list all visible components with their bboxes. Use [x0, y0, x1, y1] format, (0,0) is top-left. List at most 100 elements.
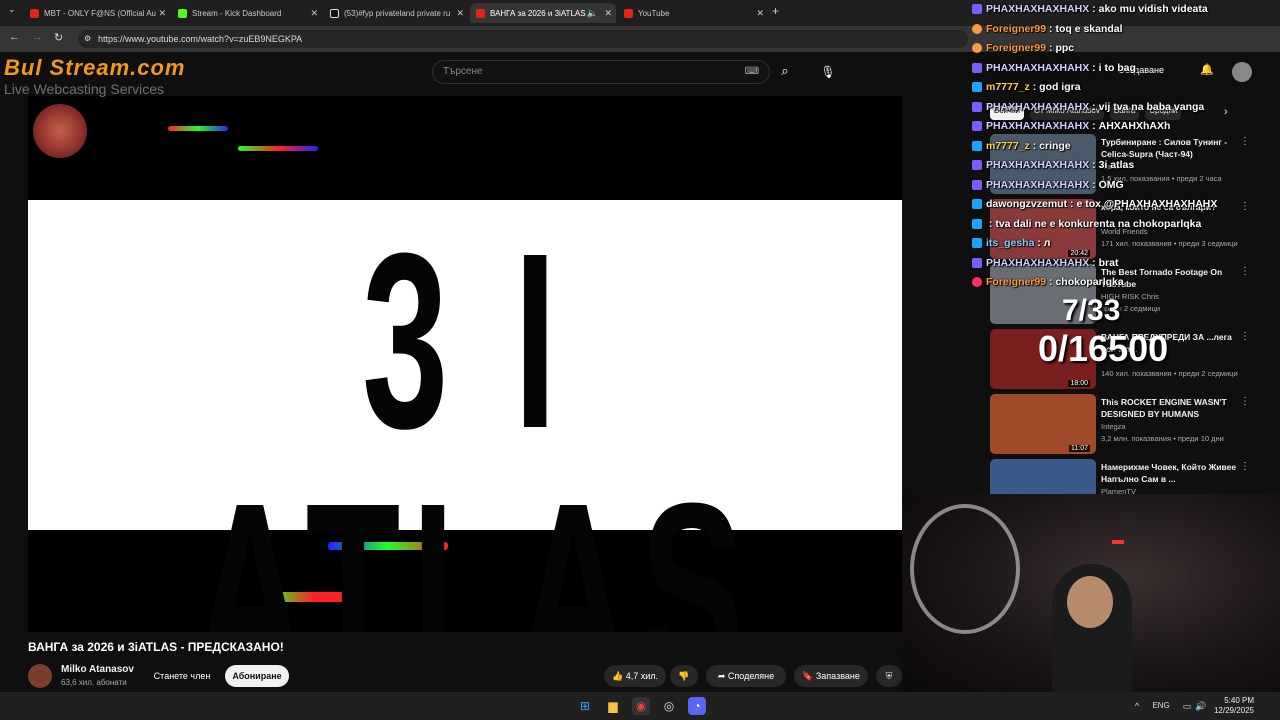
channel-name[interactable]: Milko Atanasov — [61, 664, 134, 675]
video-player[interactable]: 3 I ATLAS — [28, 96, 902, 632]
chat-message: PHAXHAXHAXHAHX : AHXAHXhAXh — [972, 117, 1170, 135]
chat-badge-icon — [972, 179, 982, 190]
speaker-icon[interactable]: 🔈 — [587, 8, 598, 19]
chat-badge-icon — [972, 199, 982, 209]
chat-text: e tox @PHAXHAXHAXHAHX — [1076, 198, 1218, 210]
chat-text: chokoparlqka — [1055, 276, 1124, 288]
search-placeholder: Търсене — [443, 66, 483, 77]
recommendation-item[interactable]: 11:07 This ROCKET ENGINE WASN'T DESIGNED … — [990, 394, 1270, 458]
subscribe-button[interactable]: Абониране — [225, 665, 289, 687]
close-icon[interactable]: ✕ — [604, 8, 612, 19]
share-icon: ➦ — [717, 671, 726, 681]
recommendation-channel[interactable]: Integza — [1101, 422, 1126, 431]
chat-text: ppc — [1055, 42, 1075, 54]
chat-badge-icon — [972, 277, 982, 287]
chat-separator: : — [1029, 81, 1040, 93]
chat-username: Foreigner99 — [986, 42, 1047, 54]
discord-icon[interactable]: ◔ — [688, 697, 706, 715]
chat-badge-icon — [972, 4, 982, 14]
chat-badge-icon — [972, 238, 982, 248]
chat-username: its_gesha — [986, 237, 1035, 249]
tab-3[interactable]: (53)#fyp privateland private ru ✕ — [324, 3, 468, 23]
chat-message: PHAXHAXHAXHAHX : ako mu vidish videata — [972, 0, 1208, 18]
chat-message: PHAXHAXHAXHAHX : OMG — [972, 176, 1124, 194]
tab-label: YouTube — [638, 8, 670, 18]
chat-message: PHAXHAXHAXHAHX : vij tva na baba vanga — [972, 98, 1204, 116]
subscriber-count: 63,6 хил. абонати — [61, 678, 127, 687]
close-icon[interactable]: ✕ — [158, 8, 166, 19]
url-text: https://www.youtube.com/watch?v=zuEB9NEG… — [98, 34, 303, 44]
chat-text: vij tva na baba vanga — [1098, 100, 1205, 113]
tab-5[interactable]: YouTube ✕ — [618, 3, 768, 23]
chat-message: PHAXHAXHAXHAHX : i to bag — [972, 59, 1136, 77]
close-icon[interactable]: ✕ — [456, 8, 464, 19]
chat-badge-icon — [972, 121, 982, 131]
address-bar[interactable]: ⚙ https://www.youtube.com/watch?v=zuEB9N… — [78, 30, 968, 48]
tab-1[interactable]: MBT - ONLY F@NS (Official Au ✕ — [24, 3, 170, 23]
voice-search-icon[interactable]: 🎙 — [817, 60, 839, 84]
chat-text: AHXAHXhAXh — [1098, 120, 1171, 132]
chat-badge-icon — [972, 23, 982, 34]
chat-message: its_gesha : л — [972, 234, 1050, 252]
new-tab-button[interactable]: + — [772, 4, 779, 18]
save-button[interactable]: 🔖 Запазване — [794, 665, 868, 687]
chat-username: m7777_z — [986, 139, 1030, 152]
recommendation-title[interactable]: Намерихме Човек, Който Живее Напълно Сам… — [1101, 461, 1241, 485]
chat-text: toq e skandal — [1055, 22, 1123, 35]
site-info-icon[interactable]: ⚙ — [84, 30, 91, 48]
chat-username: dawongzvzemut — [986, 198, 1068, 210]
start-menu-icon[interactable]: ⊞ — [576, 697, 594, 715]
chevron-up-icon[interactable]: ^ — [1128, 697, 1146, 715]
chat-username: Foreigner99 — [986, 22, 1047, 35]
chat-separator: : — [1089, 120, 1099, 132]
tab-4[interactable]: ВАНГА за 2026 и 3iATLAS 🔈 ✕ — [470, 3, 616, 23]
tiktok-favicon-icon — [330, 8, 339, 18]
chat-text: god igra — [1039, 81, 1081, 93]
join-button[interactable]: Станете член — [146, 665, 218, 687]
youtube-favicon-icon — [624, 8, 633, 18]
close-icon[interactable]: ✕ — [310, 8, 318, 19]
dislike-button[interactable]: 👎 — [670, 665, 698, 687]
chat-separator: : — [1089, 159, 1099, 171]
chat-separator: : — [1029, 139, 1040, 152]
more-vert-icon[interactable]: ⋮ — [1240, 461, 1250, 472]
chat-badge-icon — [972, 160, 982, 170]
share-button[interactable]: ➦ Споделяне — [706, 665, 786, 687]
like-button[interactable]: 👍 4,7 хил. — [604, 665, 666, 687]
file-explorer-icon[interactable]: ▆ — [604, 697, 622, 715]
kick-favicon-icon — [178, 8, 187, 18]
recommendation-meta: 140 хил. показвания • преди 2 седмици — [1101, 369, 1238, 378]
more-vert-icon[interactable]: ⋮ — [1240, 396, 1250, 407]
chat-text: 3i atlas — [1098, 159, 1135, 171]
reload-icon[interactable]: ↻ — [54, 31, 63, 44]
tab-label: MBT - ONLY F@NS (Official Au — [44, 8, 156, 18]
channel-avatar[interactable] — [28, 664, 52, 688]
search-button[interactable]: ⌕ — [770, 60, 800, 84]
chat-username: m7777_z — [986, 81, 1030, 93]
search-input[interactable]: Търсене ⌨ — [432, 60, 770, 84]
channel-watermark-logo[interactable] — [33, 104, 87, 158]
chat-message: : tva dali ne e konkurenta na chokoparlq… — [972, 215, 1201, 233]
volume-icon[interactable]: 🔊 — [1192, 697, 1210, 715]
keyboard-icon[interactable]: ⌨ — [745, 61, 759, 83]
chat-text: brat — [1098, 256, 1119, 269]
chat-badge-icon — [972, 140, 982, 151]
chat-text: OMG — [1098, 178, 1124, 191]
forward-icon[interactable]: → — [32, 31, 43, 43]
chat-separator: : — [1089, 61, 1099, 74]
back-icon[interactable]: ← — [9, 31, 20, 43]
youtube-favicon-icon — [30, 8, 39, 18]
tab-2[interactable]: Stream - Kick Dashboard ✕ — [172, 3, 322, 23]
chrome-icon[interactable]: ◉ — [632, 697, 650, 715]
more-vert-icon[interactable]: ⋮ — [1240, 331, 1250, 342]
recommendation-title[interactable]: This ROCKET ENGINE WASN'T DESIGNED BY HU… — [1101, 396, 1241, 420]
tab-search-icon[interactable]: ⌄ — [8, 4, 16, 15]
obs-icon[interactable]: ◎ — [660, 697, 678, 715]
windows-taskbar: ⊞ ▆ ◉ ◎ ◔ ^ ENG ▭ 🔊 5:40 PM 12/29/2025 — [0, 692, 1280, 720]
language-indicator[interactable]: ENG — [1150, 697, 1172, 715]
more-actions-button[interactable]: ⛨ — [876, 665, 902, 687]
close-icon[interactable]: ✕ — [756, 8, 764, 19]
chat-username: PHAXHAXHAXHAHX — [986, 159, 1090, 171]
chat-badge-icon — [972, 62, 982, 73]
system-clock[interactable]: 5:40 PM 12/29/2025 — [1210, 696, 1254, 716]
